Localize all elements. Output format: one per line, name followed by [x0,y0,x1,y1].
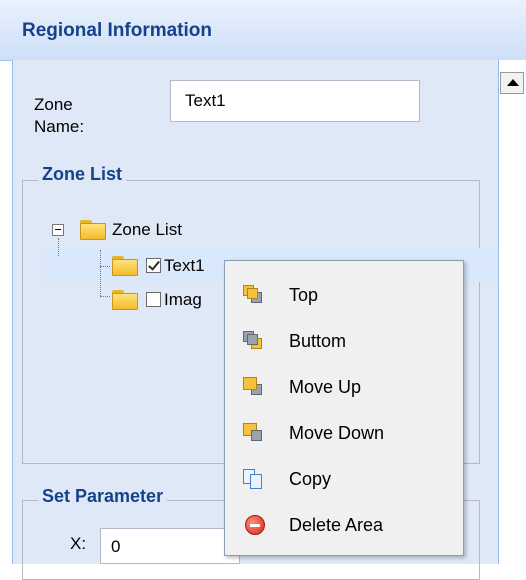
menu-item-label: Move Down [289,423,385,443]
send-to-bottom-icon [243,331,265,351]
menu-item-bottom[interactable]: Buttom [225,321,463,361]
tree-connector [100,250,101,296]
zone-item-checkbox[interactable] [146,258,161,273]
tree-root-label[interactable]: Zone List [112,220,182,240]
vertical-scrollbar[interactable] [498,60,526,564]
menu-item-move-up[interactable]: Move Up [225,367,463,407]
menu-item-label: Copy [289,469,332,489]
set-parameter-legend: Set Parameter [38,486,168,507]
tree-connector [58,238,59,256]
folder-icon [112,256,138,276]
panel-title: Regional Information [22,20,212,41]
menu-item-move-down[interactable]: Move Down [225,413,463,453]
bring-to-top-icon [243,285,265,305]
menu-item-top[interactable]: Top [225,275,463,315]
copy-icon [243,469,265,489]
x-label: X: [70,534,87,553]
delete-icon [245,515,265,535]
collapse-toggle-icon[interactable] [52,224,64,236]
move-down-icon [243,423,265,443]
zone-item-label[interactable]: Text1 [164,256,205,276]
menu-item-copy[interactable]: Copy [225,459,463,499]
move-up-icon [243,377,265,397]
folder-icon [80,220,106,240]
menu-item-label: Delete Area [289,515,384,535]
tree-connector [100,266,110,267]
zone-list-legend: Zone List [38,164,126,185]
menu-item-label: Move Up [289,377,362,397]
folder-icon [112,290,138,310]
panel-header: Regional Information [0,0,526,61]
scroll-up-arrow-icon[interactable] [500,72,524,94]
zone-item-checkbox[interactable] [146,292,161,307]
context-menu: Top Buttom Move Up Move Down Copy Delete… [224,260,464,556]
menu-item-delete-area[interactable]: Delete Area [225,505,463,545]
regional-information-panel: Regional Information Zone Name: Text1 Zo… [0,0,526,580]
zone-name-label: Zone Name: [34,95,85,136]
menu-item-label: Top [289,285,319,305]
menu-item-label: Buttom [289,331,347,351]
tree-connector [100,296,110,297]
zone-name-input[interactable]: Text1 [170,80,420,122]
zone-item-label[interactable]: Imag [164,290,202,310]
x-input[interactable]: 0 [100,528,240,564]
